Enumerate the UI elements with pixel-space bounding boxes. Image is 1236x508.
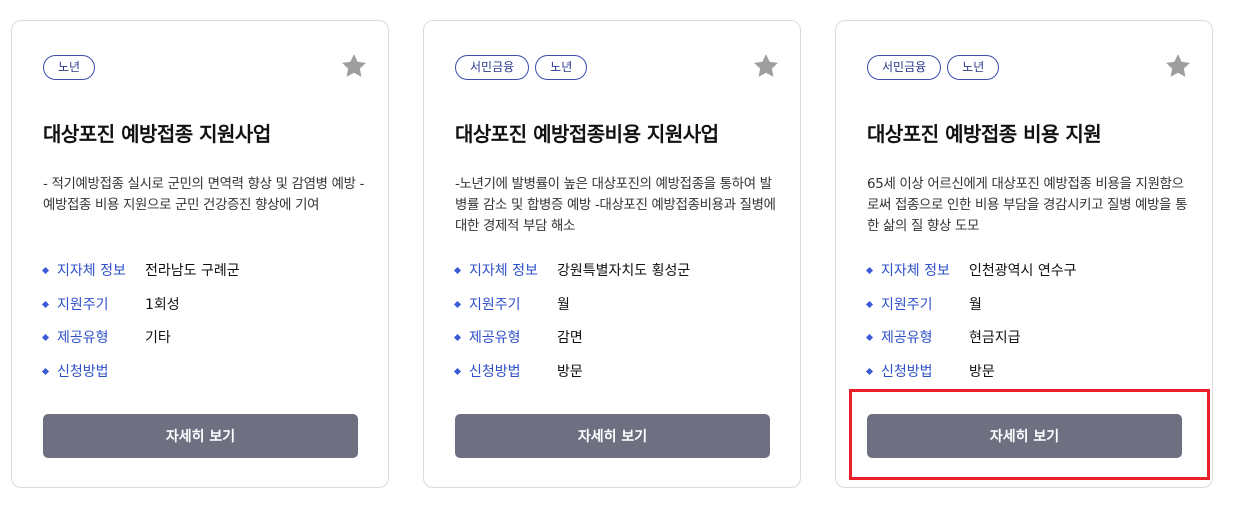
info-label: 제공유형: [469, 330, 521, 346]
info-value: 전라남도 구례군: [145, 263, 240, 279]
info-row-region: 지자체 정보 강원특별자치도 횡성군: [453, 261, 785, 295]
info-row-type: 제공유형 감면: [453, 328, 785, 362]
tag-elderly[interactable]: 노년: [535, 55, 588, 80]
info-value: 방문: [969, 363, 995, 380]
info-value: 인천광역시 연수구: [969, 263, 1077, 279]
card-description: - 적기예방접종 실시로 군민의 면역력 향상 및 감염병 예방 - 예방접종 …: [43, 177, 365, 213]
diamond-bullet-icon: [865, 266, 874, 275]
tag-elderly[interactable]: 노년: [43, 55, 96, 80]
info-label: 제공유형: [881, 330, 933, 346]
diamond-bullet-icon: [453, 300, 462, 308]
star-icon[interactable]: [1164, 52, 1192, 80]
info-label: 지원주기: [57, 296, 109, 313]
tag-list: 노년: [43, 55, 96, 80]
info-list: 지자체 정보 인천광역시 연수구 지원주기 월 제공유형 현금지급 신청방법 방…: [865, 261, 1197, 396]
star-icon[interactable]: [340, 52, 368, 80]
info-value: 월: [557, 296, 570, 313]
diamond-bullet-icon: [865, 367, 874, 375]
tag-finance[interactable]: 서민금융: [455, 55, 530, 80]
diamond-bullet-icon: [453, 266, 462, 275]
card-title: 대상포진 예방접종 지원사업: [43, 122, 271, 146]
info-label: 신청방법: [57, 363, 109, 380]
service-card: 서민금융 노년 대상포진 예방접종비용 지원사업 -노년기에 발병률이 높은 대…: [423, 20, 801, 488]
diamond-bullet-icon: [41, 333, 50, 342]
diamond-bullet-icon: [865, 300, 874, 308]
info-value: 월: [969, 296, 982, 313]
view-details-button[interactable]: 자세히 보기: [867, 414, 1182, 458]
info-label: 지자체 정보: [469, 263, 538, 279]
info-label: 지자체 정보: [57, 263, 126, 279]
star-icon[interactable]: [752, 52, 780, 80]
info-value: 강원특별자치도 횡성군: [557, 263, 691, 279]
info-label: 신청방법: [881, 363, 933, 380]
info-row-apply: 신청방법: [41, 362, 373, 396]
diamond-bullet-icon: [453, 367, 462, 375]
diamond-bullet-icon: [865, 333, 874, 342]
info-value: 현금지급: [969, 330, 1021, 346]
info-row-apply: 신청방법 방문: [865, 362, 1197, 396]
info-label: 지자체 정보: [881, 263, 950, 279]
card-description: -노년기에 발병률이 높은 대상포진의 예방접종을 통하여 발병률 감소 및 합…: [455, 177, 776, 234]
tag-finance[interactable]: 서민금융: [867, 55, 942, 80]
info-row-cycle: 지원주기 1회성: [41, 295, 373, 329]
info-row-apply: 신청방법 방문: [453, 362, 785, 396]
info-label: 지원주기: [881, 296, 933, 313]
info-row-region: 지자체 정보 전라남도 구례군: [41, 261, 373, 295]
info-row-region: 지자체 정보 인천광역시 연수구: [865, 261, 1197, 295]
view-details-button[interactable]: 자세히 보기: [455, 414, 770, 458]
diamond-bullet-icon: [41, 300, 50, 308]
info-value: 1회성: [145, 296, 180, 313]
diamond-bullet-icon: [41, 266, 50, 275]
info-row-cycle: 지원주기 월: [865, 295, 1197, 329]
info-label: 제공유형: [57, 330, 109, 346]
info-row-type: 제공유형 현금지급: [865, 328, 1197, 362]
info-row-type: 제공유형 기타: [41, 328, 373, 362]
tag-list: 서민금융 노년: [867, 55, 1000, 80]
info-label: 신청방법: [469, 363, 521, 380]
diamond-bullet-icon: [41, 367, 50, 375]
info-row-cycle: 지원주기 월: [453, 295, 785, 329]
info-value: 감면: [557, 330, 583, 346]
service-card: 노년 대상포진 예방접종 지원사업 - 적기예방접종 실시로 군민의 면역력 향…: [11, 20, 389, 488]
tag-list: 서민금융 노년: [455, 55, 588, 80]
card-description: 65세 이상 어르신에게 대상포진 예방접종 비용을 지원함으로써 접종으로 인…: [867, 177, 1188, 234]
card-title: 대상포진 예방접종비용 지원사업: [455, 122, 719, 146]
service-card: 서민금융 노년 대상포진 예방접종 비용 지원 65세 이상 어르신에게 대상포…: [835, 20, 1213, 488]
info-value: 방문: [557, 363, 583, 380]
info-list: 지자체 정보 강원특별자치도 횡성군 지원주기 월 제공유형 감면 신청방법 방…: [453, 261, 785, 396]
info-value: 기타: [145, 330, 171, 346]
diamond-bullet-icon: [453, 333, 462, 342]
card-title: 대상포진 예방접종 비용 지원: [867, 122, 1102, 146]
tag-elderly[interactable]: 노년: [947, 55, 1000, 80]
info-list: 지자체 정보 전라남도 구례군 지원주기 1회성 제공유형 기타 신청방법: [41, 261, 373, 396]
info-label: 지원주기: [469, 296, 521, 313]
view-details-button[interactable]: 자세히 보기: [43, 414, 358, 458]
